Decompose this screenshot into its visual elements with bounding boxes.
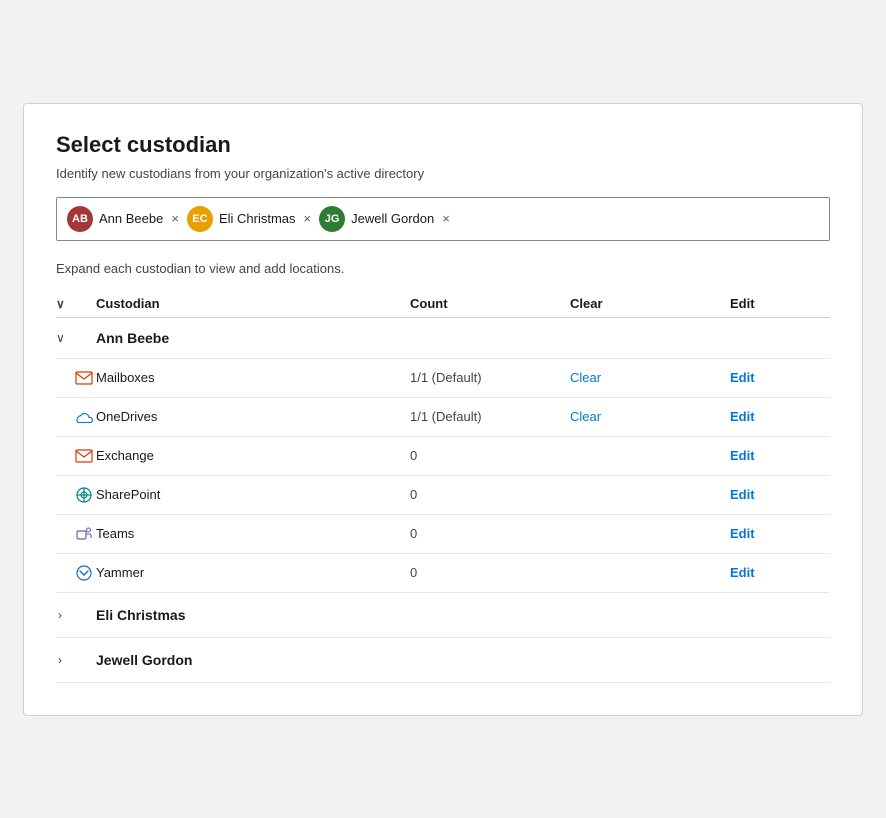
exchange-label: Exchange	[96, 448, 410, 463]
remove-ann-beebe[interactable]: ×	[171, 212, 179, 225]
collapse-all-icon[interactable]: ∨	[56, 297, 65, 311]
exchange-icon	[56, 447, 96, 465]
tag-eli-christmas: EC Eli Christmas ×	[187, 206, 311, 232]
teams-label: Teams	[96, 526, 410, 541]
exchange-edit-button[interactable]: Edit	[730, 448, 830, 463]
collapsed-title-eli-christmas: Eli Christmas	[96, 607, 830, 623]
page-subtitle: Identify new custodians from your organi…	[56, 166, 830, 181]
mailboxes-clear-button[interactable]: Clear	[570, 370, 730, 385]
onedrives-icon	[56, 408, 96, 426]
tag-name-jewell-gordon: Jewell Gordon	[351, 211, 434, 226]
yammer-edit-button[interactable]: Edit	[730, 565, 830, 580]
table-row: Teams 0 Edit	[56, 515, 830, 554]
sharepoint-edit-button[interactable]: Edit	[730, 487, 830, 502]
exchange-count: 0	[410, 448, 570, 463]
table-row: Yammer 0 Edit	[56, 554, 830, 593]
table-row: Exchange 0 Edit	[56, 437, 830, 476]
expand-eli-christmas-icon[interactable]: ›	[56, 608, 96, 622]
header-col-chevron: ∨	[56, 296, 96, 311]
avatar-ann-beebe: AB	[67, 206, 93, 232]
tag-ann-beebe: AB Ann Beebe ×	[67, 206, 179, 232]
mailboxes-edit-button[interactable]: Edit	[730, 370, 830, 385]
onedrives-count: 1/1 (Default)	[410, 409, 570, 424]
section-eli-christmas: › Eli Christmas	[56, 593, 830, 638]
tag-jewell-gordon: JG Jewell Gordon ×	[319, 206, 450, 232]
mailboxes-count: 1/1 (Default)	[410, 370, 570, 385]
table-row: OneDrives 1/1 (Default) Clear Edit	[56, 398, 830, 437]
header-count: Count	[410, 296, 570, 311]
remove-eli-christmas[interactable]: ×	[304, 212, 312, 225]
onedrives-edit-button[interactable]: Edit	[730, 409, 830, 424]
yammer-count: 0	[410, 565, 570, 580]
section-title-ann-beebe: Ann Beebe	[96, 330, 410, 346]
expand-jewell-gordon-icon[interactable]: ›	[56, 653, 96, 667]
teams-edit-button[interactable]: Edit	[730, 526, 830, 541]
onedrives-clear-button[interactable]: Clear	[570, 409, 730, 424]
avatar-jewell-gordon: JG	[319, 206, 345, 232]
section-ann-beebe: ∨ Ann Beebe	[56, 318, 830, 359]
mailboxes-label: Mailboxes	[96, 370, 410, 385]
table-row: SharePoint 0 Edit	[56, 476, 830, 515]
avatar-eli-christmas: EC	[187, 206, 213, 232]
section-jewell-gordon: › Jewell Gordon	[56, 638, 830, 683]
custodian-input-box[interactable]: AB Ann Beebe × EC Eli Christmas × JG Jew…	[56, 197, 830, 241]
remove-jewell-gordon[interactable]: ×	[442, 212, 450, 225]
sharepoint-count: 0	[410, 487, 570, 502]
mailboxes-icon	[56, 369, 96, 387]
yammer-icon	[56, 564, 96, 582]
teams-icon	[56, 525, 96, 543]
header-clear: Clear	[570, 296, 730, 311]
collapsed-title-jewell-gordon: Jewell Gordon	[96, 652, 830, 668]
expand-label: Expand each custodian to view and add lo…	[56, 261, 830, 276]
sharepoint-icon	[56, 486, 96, 504]
select-custodian-panel: Select custodian Identify new custodians…	[23, 103, 863, 716]
yammer-label: Yammer	[96, 565, 410, 580]
header-custodian: Custodian	[96, 296, 410, 311]
sharepoint-label: SharePoint	[96, 487, 410, 502]
teams-count: 0	[410, 526, 570, 541]
page-title: Select custodian	[56, 132, 830, 158]
table-row: Mailboxes 1/1 (Default) Clear Edit	[56, 359, 830, 398]
tag-name-eli-christmas: Eli Christmas	[219, 211, 296, 226]
expand-ann-beebe-icon[interactable]: ∨	[56, 331, 96, 345]
header-edit: Edit	[730, 296, 830, 311]
table-header: ∨ Custodian Count Clear Edit	[56, 290, 830, 318]
tag-name-ann-beebe: Ann Beebe	[99, 211, 163, 226]
onedrives-label: OneDrives	[96, 409, 410, 424]
